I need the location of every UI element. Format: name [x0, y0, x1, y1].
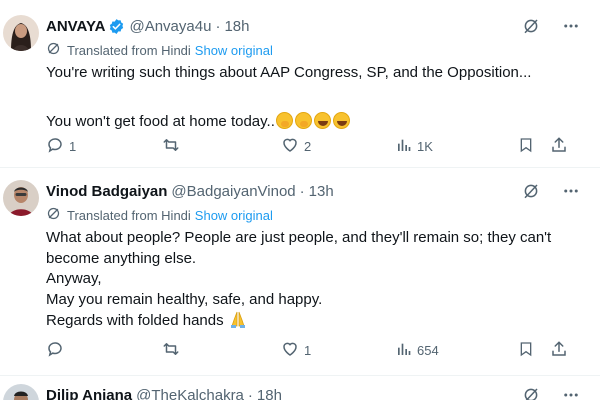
share-icon [550, 340, 573, 361]
retweet-icon [161, 340, 186, 361]
tweet-1[interactable]: ANVAYA @Anvaya4u · 18h Translated from H… [0, 0, 600, 168]
tweet-line: become anything else. [46, 249, 197, 267]
translate-icon [46, 206, 67, 224]
reply-count: 1 [69, 138, 77, 154]
tweet-actions: 1 654 [46, 340, 576, 360]
tweet-actions: 1 2 1K [46, 136, 576, 156]
share-button[interactable] [550, 136, 570, 157]
views-icon [396, 341, 417, 360]
views-count: 1K [417, 138, 433, 154]
tweet-line: May you remain healthy, safe, and happy. [46, 290, 323, 308]
tweet-2[interactable]: Vinod Badgaiyan @BadgaiyanVinod · 13h Tr… [0, 168, 600, 376]
reply-icon [46, 340, 69, 361]
tweet-top-actions [522, 17, 580, 40]
bookmark-icon [518, 136, 539, 157]
hand-over-mouth-emoji [294, 112, 312, 129]
separator-dot: · [247, 386, 253, 400]
more-options-icon[interactable] [562, 386, 580, 400]
tweet-text: You're writing such things about AAP Con… [46, 63, 591, 133]
separator-dot: · [299, 182, 305, 200]
show-original-link[interactable]: Show original [195, 43, 273, 58]
author-handle[interactable]: @Anvaya4u [129, 18, 211, 35]
more-options-icon[interactable] [562, 17, 580, 40]
like-count: 1 [304, 342, 312, 358]
share-button[interactable] [550, 340, 570, 361]
grinning-emoji [313, 112, 331, 129]
bookmark-button[interactable] [518, 340, 550, 361]
reply-button[interactable]: 1 [46, 136, 161, 157]
grok-icon[interactable] [522, 386, 540, 400]
author-name[interactable]: ANVAYA [46, 18, 105, 35]
like-button[interactable]: 2 [281, 136, 396, 157]
avatar[interactable] [3, 180, 39, 216]
grok-icon[interactable] [522, 182, 540, 205]
views-button[interactable]: 1K [396, 137, 518, 156]
tweet-line: Anyway, [46, 270, 102, 287]
tweet-line: Regards with folded hands [46, 310, 591, 332]
more-options-icon[interactable] [562, 182, 580, 205]
retweet-button[interactable] [161, 340, 281, 361]
share-icon [550, 136, 573, 157]
hand-over-mouth-emoji [275, 112, 293, 129]
views-button[interactable]: 654 [396, 341, 518, 360]
like-button[interactable]: 1 [281, 340, 396, 361]
tweet-header: ANVAYA @Anvaya4u · 18h [46, 15, 249, 37]
tweet-3[interactable]: Dilip Anjana @TheKalchakra · 18h [0, 376, 600, 400]
reply-icon [46, 136, 69, 157]
grok-icon[interactable] [522, 17, 540, 40]
emoji-group [275, 112, 350, 129]
translation-note: Translated from Hindi Show original [46, 41, 273, 59]
author-name[interactable]: Dilip Anjana [46, 387, 132, 400]
views-count: 654 [417, 342, 439, 358]
author-handle[interactable]: @TheKalchakra [136, 387, 244, 400]
tweet-line-text: You won't get food at home today.. [46, 113, 275, 130]
timestamp[interactable]: 18h [257, 387, 282, 400]
heart-icon [281, 340, 304, 361]
author-name[interactable]: Vinod Badgaiyan [46, 183, 167, 200]
folded-hands-emoji [228, 310, 248, 328]
tweet-line-text: Regards with folded hands [46, 312, 224, 329]
heart-icon [281, 136, 304, 157]
tweet-header: Vinod Badgaiyan @BadgaiyanVinod · 13h [46, 180, 334, 202]
tweet-text: What about people? People are just peopl… [46, 228, 591, 332]
tweet-header: Dilip Anjana @TheKalchakra · 18h [46, 384, 282, 400]
tweet-line: What about people? People are just peopl… [46, 229, 552, 246]
tweet-line [46, 84, 591, 105]
timestamp[interactable]: 18h [224, 18, 249, 35]
timestamp[interactable]: 13h [309, 183, 334, 200]
show-original-link[interactable]: Show original [195, 208, 273, 223]
bookmark-button[interactable] [518, 136, 550, 157]
tweet-line: You won't get food at home today.. [46, 112, 591, 133]
translation-note: Translated from Hindi Show original [46, 206, 273, 224]
translate-icon [46, 41, 67, 59]
tweet-top-actions [522, 386, 580, 400]
verified-badge-icon [108, 18, 125, 35]
translated-label: Translated from Hindi [67, 207, 191, 223]
avatar[interactable] [3, 15, 39, 51]
retweet-button[interactable] [161, 136, 281, 157]
like-count: 2 [304, 138, 312, 154]
reply-button[interactable] [46, 340, 161, 361]
bookmark-icon [518, 340, 539, 361]
translated-label: Translated from Hindi [67, 42, 191, 58]
separator-dot: · [215, 17, 221, 35]
grinning-emoji [332, 112, 350, 129]
views-icon [396, 137, 417, 156]
avatar[interactable] [3, 384, 39, 400]
tweet-top-actions [522, 182, 580, 205]
tweet-line: You're writing such things about AAP Con… [46, 64, 532, 81]
author-handle[interactable]: @BadgaiyanVinod [171, 183, 295, 200]
retweet-icon [161, 136, 186, 157]
